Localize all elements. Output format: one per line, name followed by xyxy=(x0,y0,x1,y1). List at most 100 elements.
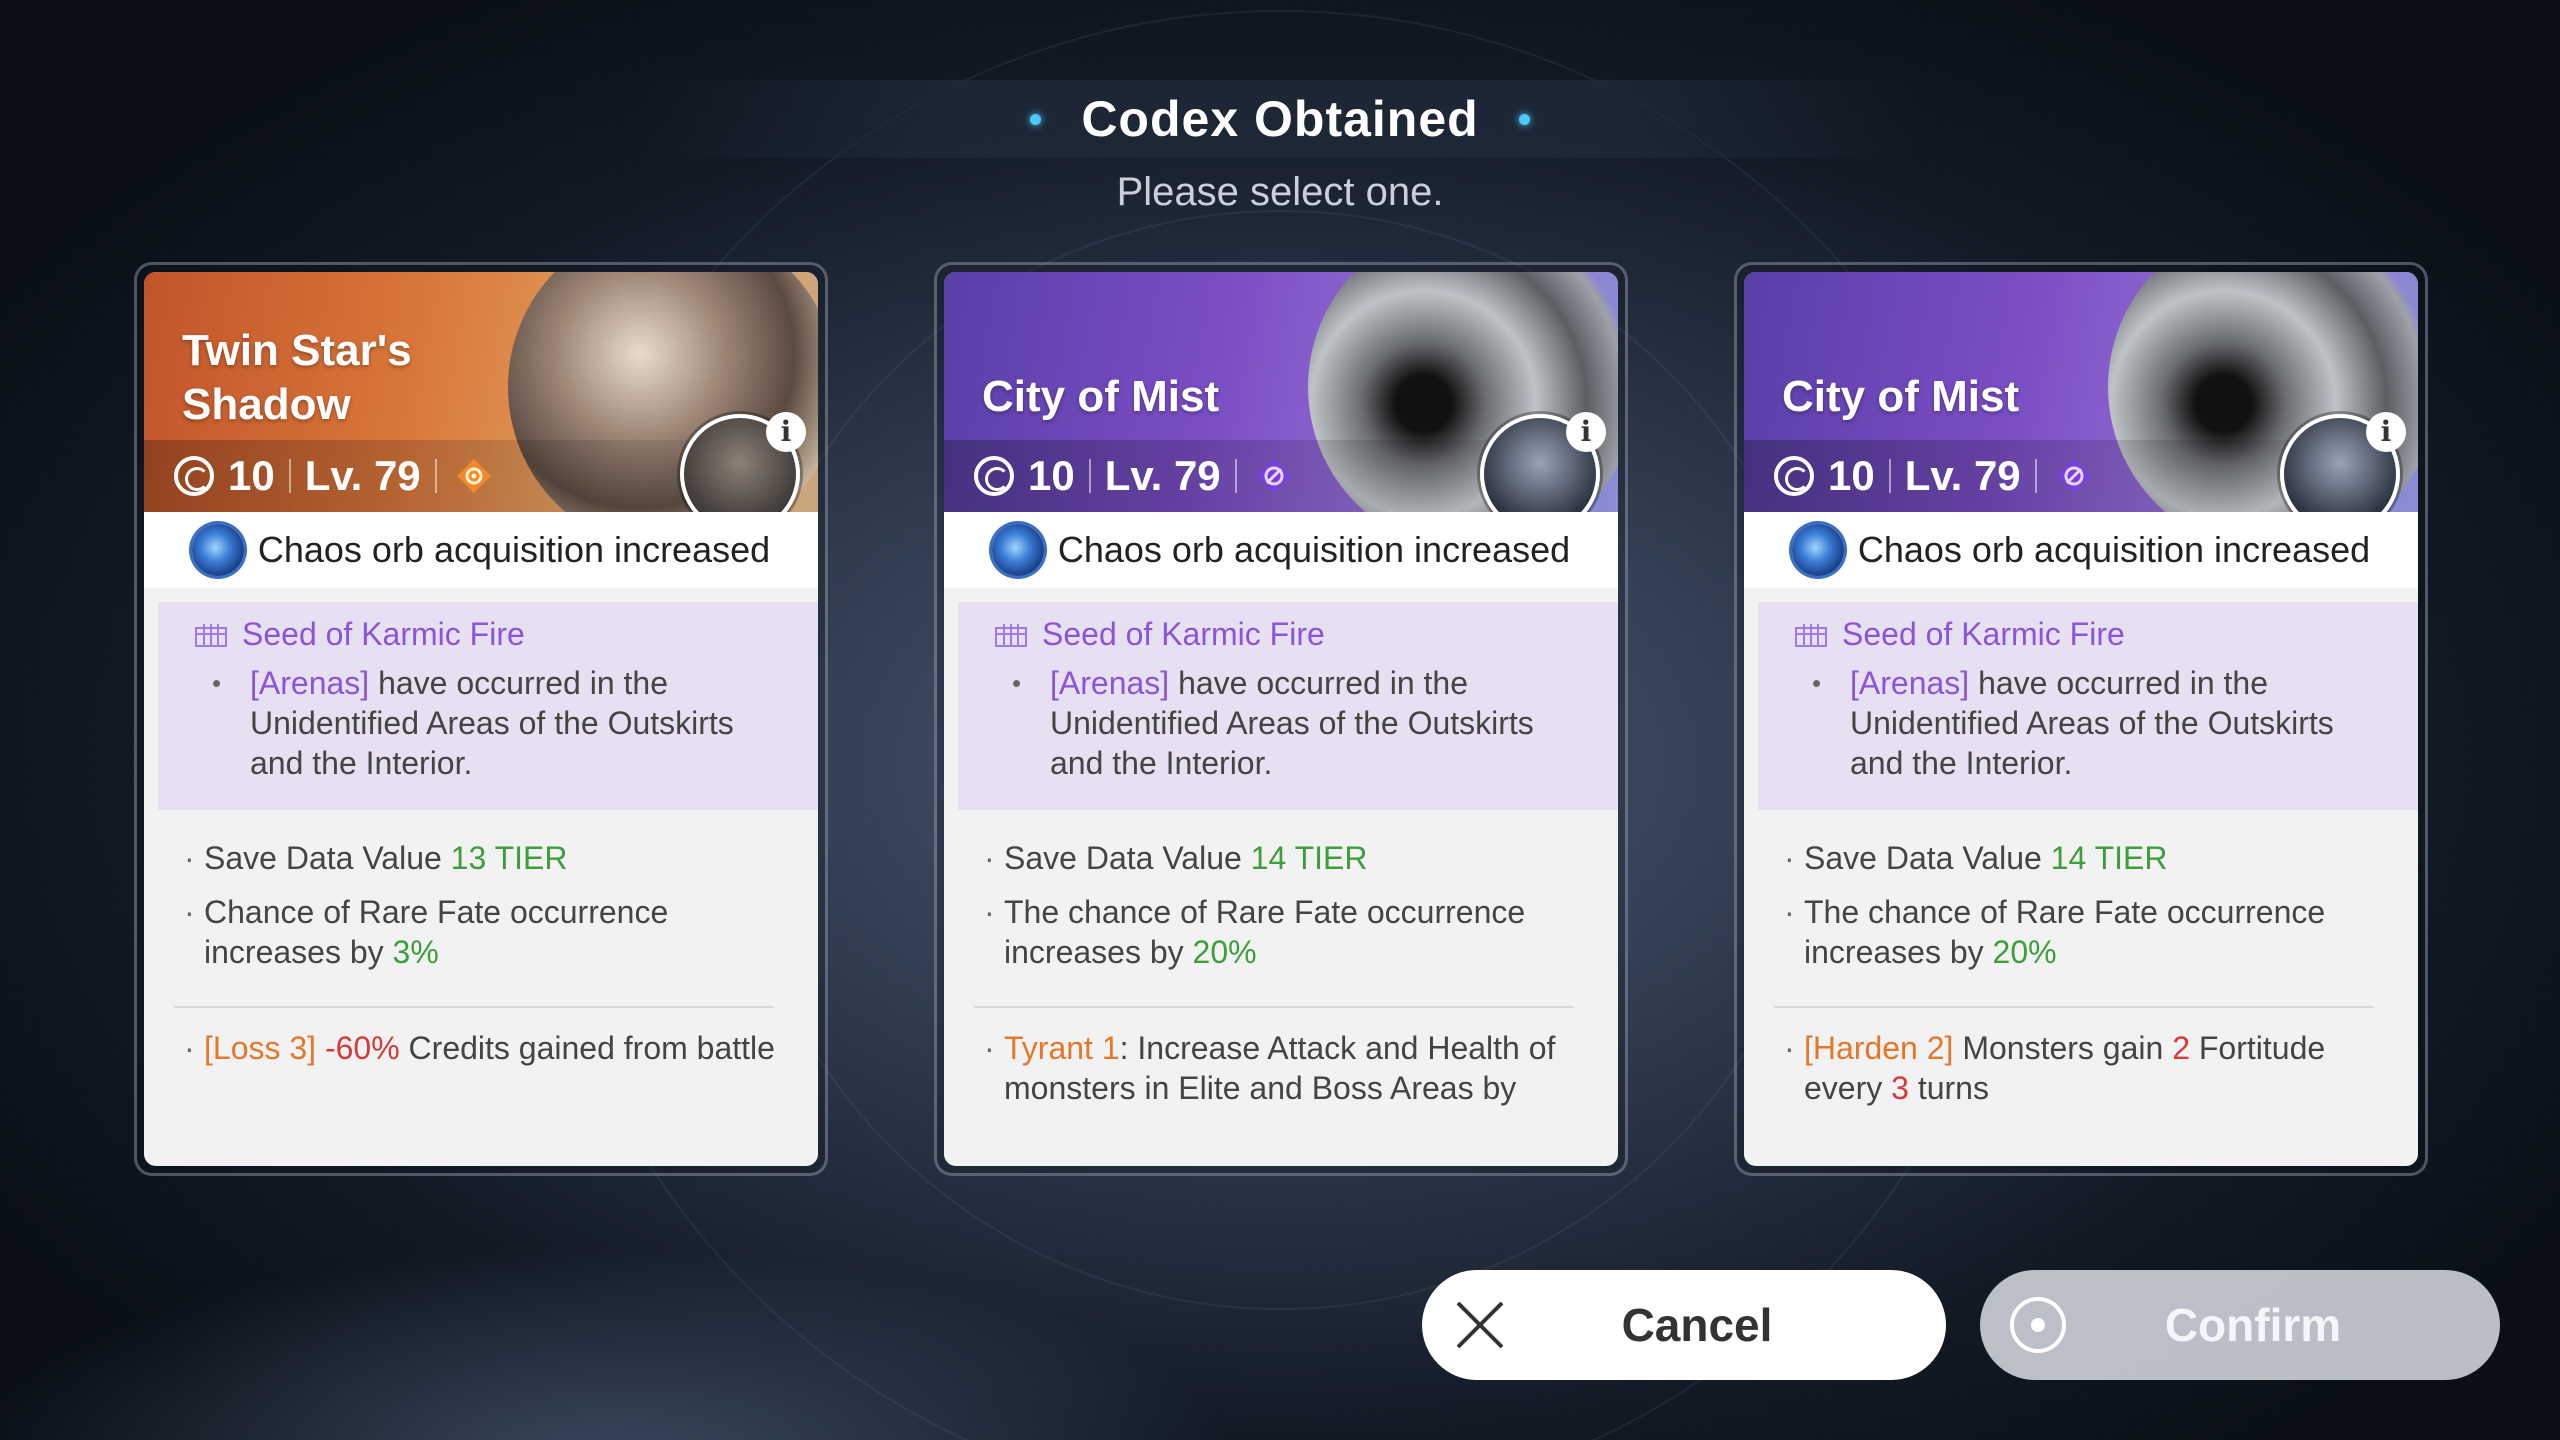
bonus-text: Chaos orb acquisition increased xyxy=(1857,529,2371,570)
seed-title-row: Seed of Karmic Fire xyxy=(994,616,1618,653)
title-dot-icon xyxy=(1518,113,1530,125)
seed-grid-icon xyxy=(195,623,227,647)
separator xyxy=(434,459,437,493)
sun-emblem-icon xyxy=(455,457,493,495)
info-icon[interactable]: i xyxy=(766,412,806,452)
info-block: Save Data Value 13 TIER Chance of Rare F… xyxy=(174,838,794,986)
void-emblem-icon xyxy=(2055,457,2093,495)
chance-line: Chance of Rare Fate occurrence increases… xyxy=(174,892,794,972)
seed-title-row: Seed of Karmic Fire xyxy=(194,616,818,653)
seed-highlight: [Arenas] xyxy=(1050,665,1170,701)
info-block: Save Data Value 14 TIER The chance of Ra… xyxy=(1774,838,2394,986)
codex-card-1[interactable]: Twin Star's Shadow 10 Lv. 79 i Chaos orb… xyxy=(134,262,828,1176)
curse-tag: [Loss 3] xyxy=(204,1030,317,1066)
void-emblem-icon xyxy=(1255,457,1293,495)
curse-tag: [Harden 2] xyxy=(1804,1030,1954,1066)
curse-value: -60% xyxy=(316,1030,400,1066)
save-data-line: Save Data Value 13 TIER xyxy=(174,838,794,878)
card-level: Lv. 79 xyxy=(1104,452,1221,499)
card-title: Twin Star's Shadow xyxy=(182,326,412,429)
ring-icon xyxy=(2010,1297,2066,1353)
separator xyxy=(1888,459,1891,493)
curse-line: [Loss 3] -60% Credits gained from battle xyxy=(174,1028,794,1068)
curse-number: 2 xyxy=(2172,1030,2190,1066)
chance-text: The chance of Rare Fate occurrence incre… xyxy=(1004,894,1526,970)
seed-block: Seed of Karmic Fire [Arenas] have occurr… xyxy=(958,602,1618,810)
curse-block: [Harden 2] Monsters gain 2 Fortitude eve… xyxy=(1774,1028,2394,1122)
chance-text: The chance of Rare Fate occurrence incre… xyxy=(1804,894,2326,970)
curse-line: [Harden 2] Monsters gain 2 Fortitude eve… xyxy=(1774,1028,2394,1108)
seed-highlight: [Arenas] xyxy=(1850,665,1970,701)
codex-card-body[interactable]: City of Mist 10 Lv. 79 i Chaos orb acqui… xyxy=(1744,272,2418,1166)
card-level: Lv. 79 xyxy=(1904,452,2021,499)
chance-value: 20% xyxy=(1192,934,1257,970)
card-title: City of Mist xyxy=(982,372,1220,421)
curse-number: 3 xyxy=(1891,1070,1909,1106)
info-icon[interactable]: i xyxy=(1566,412,1606,452)
divider xyxy=(174,1006,774,1008)
level-count: 10 xyxy=(228,452,275,499)
save-data-line: Save Data Value 14 TIER xyxy=(1774,838,2394,878)
swirl-icon xyxy=(1774,456,1814,496)
separator xyxy=(1234,459,1237,493)
chance-value: 20% xyxy=(1992,934,2057,970)
page-subtitle: Please select one. xyxy=(1116,170,1444,214)
separator xyxy=(1088,459,1091,493)
save-data-line: Save Data Value 14 TIER xyxy=(974,838,1594,878)
seed-title: Seed of Karmic Fire xyxy=(1042,616,1325,652)
seed-description: [Arenas] have occurred in the Unidentifi… xyxy=(1012,663,1572,783)
confirm-label: Confirm xyxy=(2164,1299,2342,1351)
save-label: Save Data Value xyxy=(1004,840,1251,876)
seed-block: Seed of Karmic Fire [Arenas] have occurr… xyxy=(158,602,818,810)
cancel-label: Cancel xyxy=(1621,1299,1773,1351)
level-count: 10 xyxy=(1828,452,1875,499)
bonus-text: Chaos orb acquisition increased xyxy=(257,529,771,570)
seed-title-row: Seed of Karmic Fire xyxy=(1794,616,2418,653)
title-bar: Codex Obtained xyxy=(640,80,1920,158)
chaos-orb-icon xyxy=(1791,524,1844,576)
swirl-icon xyxy=(974,456,1014,496)
bonus-row: Chaos orb acquisition increased xyxy=(1744,512,2418,588)
separator xyxy=(288,459,291,493)
seed-grid-icon xyxy=(1795,623,1827,647)
seed-description: [Arenas] have occurred in the Unidentifi… xyxy=(1812,663,2372,783)
save-label: Save Data Value xyxy=(1804,840,2051,876)
seed-title: Seed of Karmic Fire xyxy=(242,616,525,652)
codex-card-body[interactable]: Twin Star's Shadow 10 Lv. 79 i Chaos orb… xyxy=(144,272,818,1166)
seed-block: Seed of Karmic Fire [Arenas] have occurr… xyxy=(1758,602,2418,810)
chance-value: 3% xyxy=(392,934,439,970)
curse-block: Tyrant 1: Increase Attack and Health of … xyxy=(974,1028,1594,1122)
curse-text: Credits gained from battle xyxy=(399,1030,775,1066)
seed-title: Seed of Karmic Fire xyxy=(1842,616,2125,652)
chaos-orb-icon xyxy=(991,524,1044,576)
save-value: 14 TIER xyxy=(2050,840,2168,876)
save-label: Save Data Value xyxy=(204,840,451,876)
level-count: 10 xyxy=(1028,452,1075,499)
seed-grid-icon xyxy=(995,623,1027,647)
codex-card-3[interactable]: City of Mist 10 Lv. 79 i Chaos orb acqui… xyxy=(1734,262,2428,1176)
confirm-ring-icon xyxy=(2010,1297,2066,1353)
chance-line: The chance of Rare Fate occurrence incre… xyxy=(1774,892,2394,972)
bonus-row: Chaos orb acquisition increased xyxy=(144,512,818,588)
info-block: Save Data Value 14 TIER The chance of Ra… xyxy=(974,838,1594,986)
card-title: City of Mist xyxy=(1782,372,2020,421)
divider xyxy=(1774,1006,2374,1008)
save-value: 13 TIER xyxy=(450,840,568,876)
separator xyxy=(2034,459,2037,493)
curse-tag: Tyrant 1 xyxy=(1004,1030,1120,1066)
card-level: Lv. 79 xyxy=(304,452,421,499)
close-icon xyxy=(1452,1297,1508,1353)
codex-card-body[interactable]: City of Mist 10 Lv. 79 i Chaos orb acqui… xyxy=(944,272,1618,1166)
chance-line: The chance of Rare Fate occurrence incre… xyxy=(974,892,1594,972)
confirm-button[interactable]: Confirm xyxy=(1980,1270,2500,1380)
swirl-icon xyxy=(174,456,214,496)
curse-line: Tyrant 1: Increase Attack and Health of … xyxy=(974,1028,1594,1108)
curse-block: [Loss 3] -60% Credits gained from battle xyxy=(174,1028,794,1082)
seed-highlight: [Arenas] xyxy=(250,665,370,701)
info-icon[interactable]: i xyxy=(2366,412,2406,452)
page-title: Codex Obtained xyxy=(1081,91,1479,147)
cancel-button[interactable]: Cancel xyxy=(1422,1270,1946,1380)
codex-card-2[interactable]: City of Mist 10 Lv. 79 i Chaos orb acqui… xyxy=(934,262,1628,1176)
bonus-row: Chaos orb acquisition increased xyxy=(944,512,1618,588)
divider xyxy=(974,1006,1574,1008)
